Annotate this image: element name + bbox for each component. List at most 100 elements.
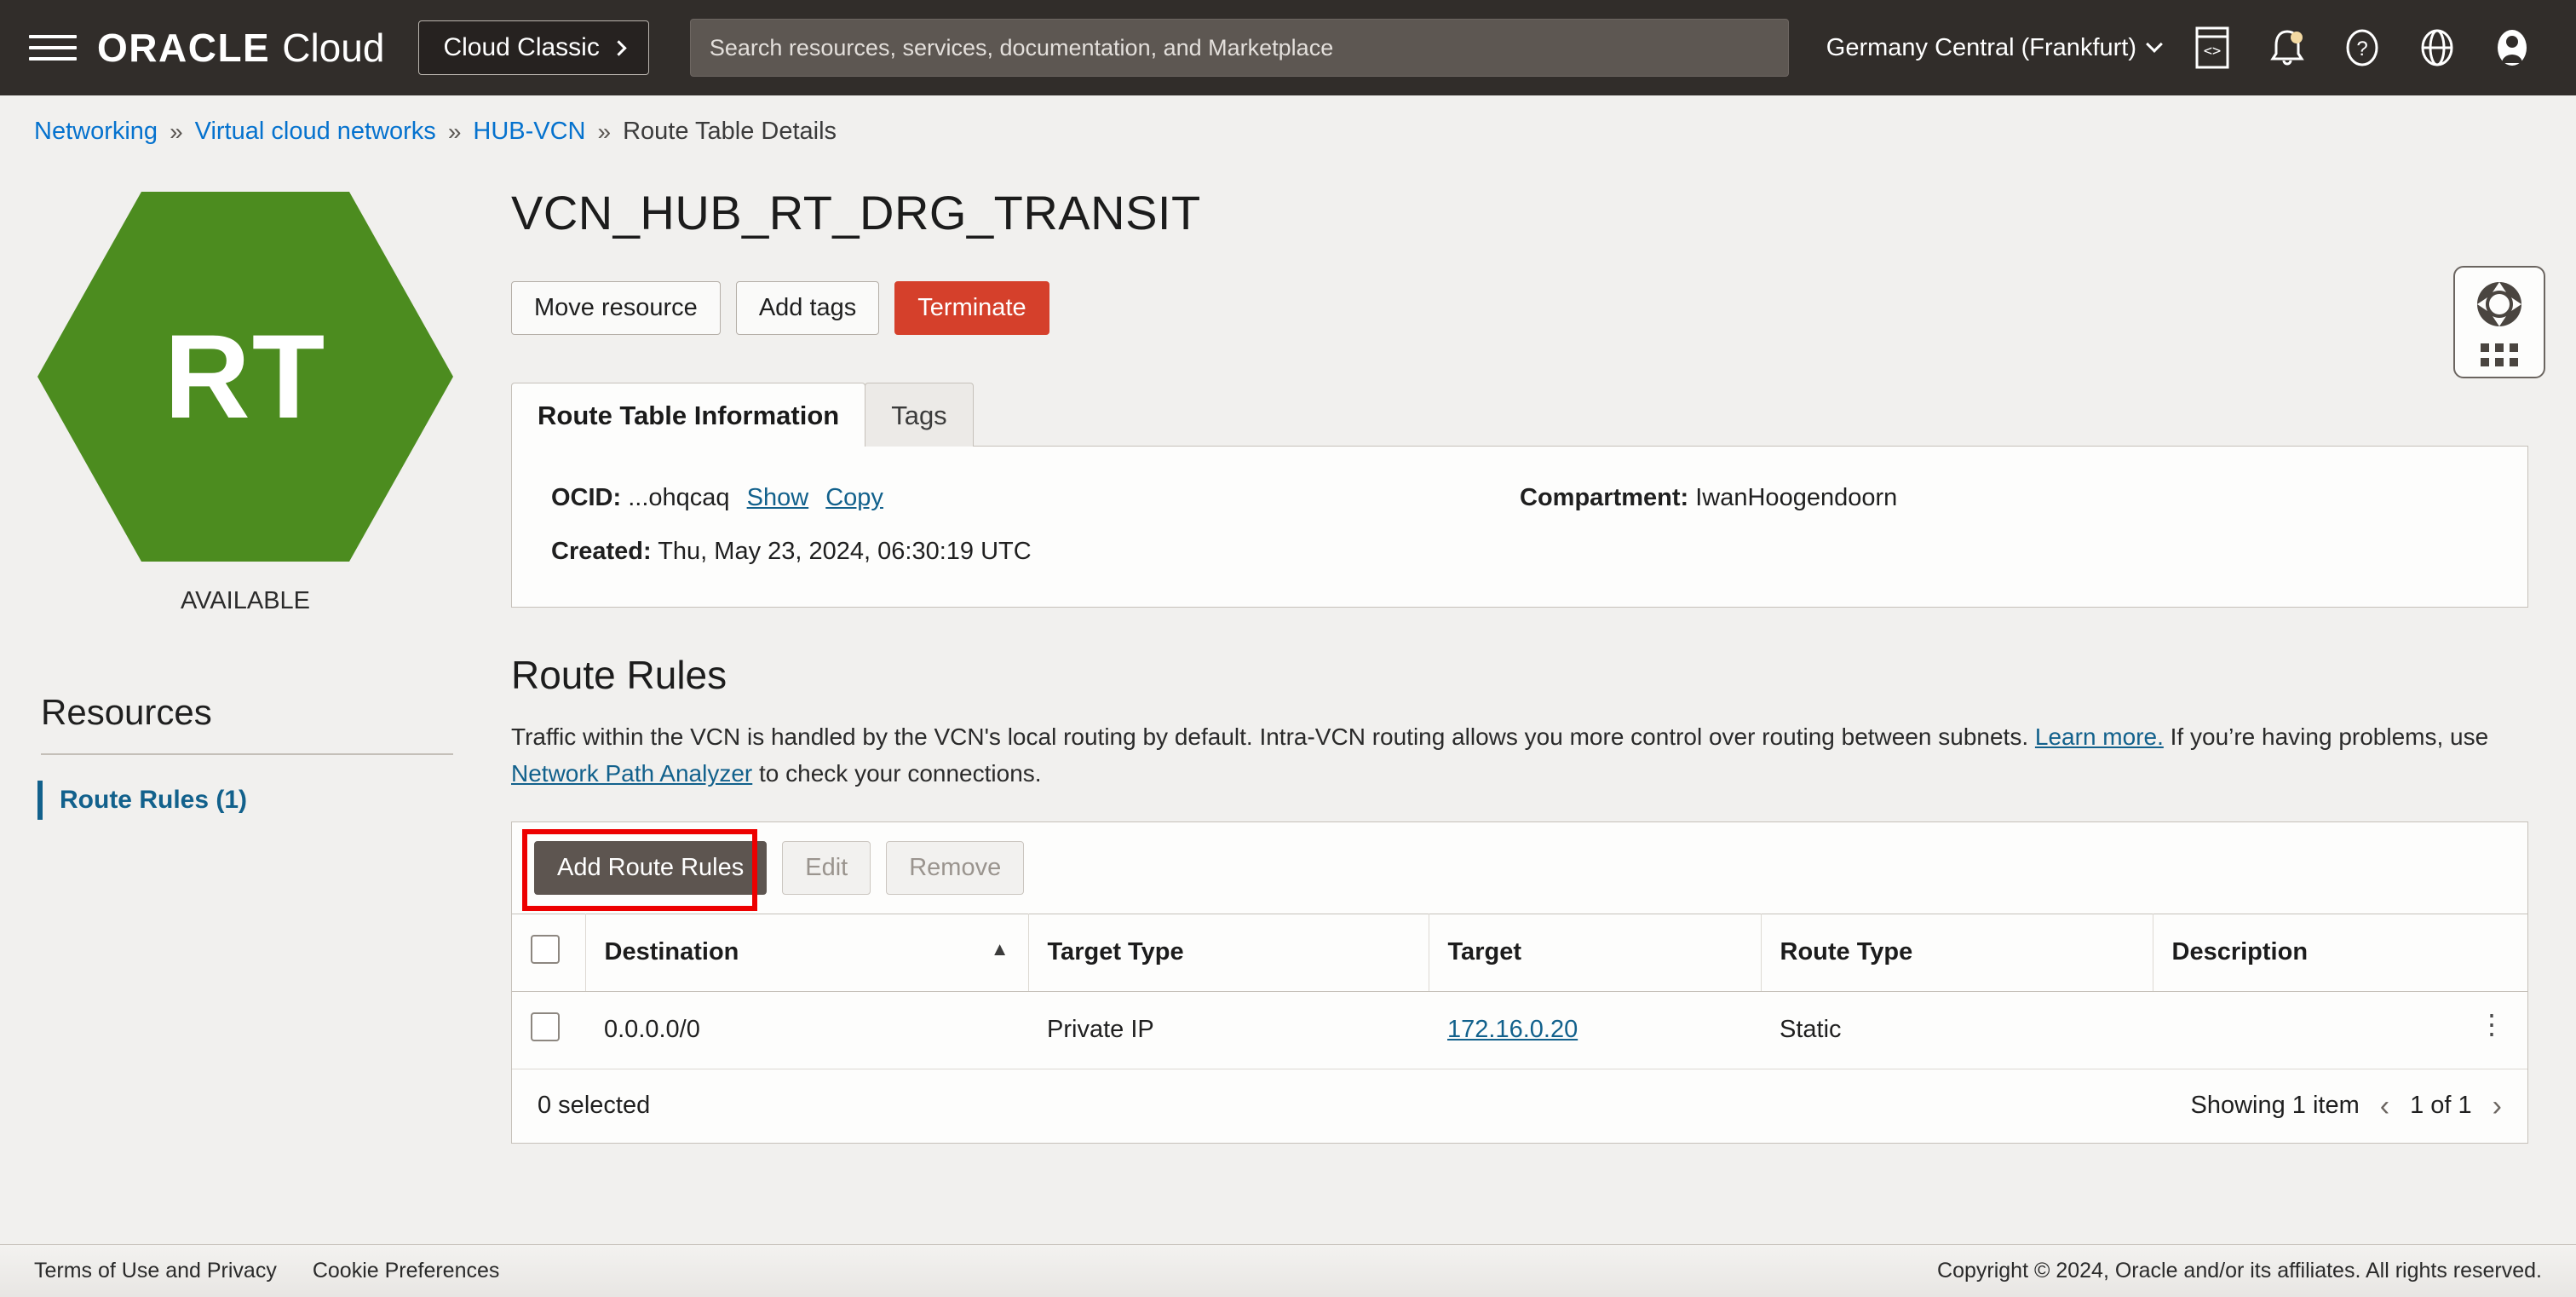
search-input[interactable]: [689, 19, 1789, 77]
notifications-bell-icon[interactable]: [2264, 25, 2310, 71]
page-footer: Terms of Use and Privacy Cookie Preferen…: [0, 1244, 2576, 1297]
sidebar-divider: [41, 753, 453, 755]
learn-more-link[interactable]: Learn more.: [2035, 723, 2164, 750]
remove-button[interactable]: Remove: [886, 840, 1025, 895]
ocid-label: OCID:: [551, 484, 622, 511]
user-avatar-icon[interactable]: [2489, 25, 2535, 71]
column-header-destination[interactable]: Destination ▲: [585, 913, 1029, 992]
move-resource-button[interactable]: Move resource: [511, 281, 721, 335]
column-header-target-type[interactable]: Target Type: [1028, 913, 1429, 992]
left-sidebar: RT AVAILABLE Resources Route Rules (1): [0, 168, 494, 1236]
description-part-3: to check your connections.: [752, 760, 1042, 787]
showing-count: Showing 1 item: [2190, 1092, 2360, 1120]
ocid-value: ...ohqcaq: [628, 484, 730, 511]
svg-text:<>: <>: [2204, 43, 2221, 60]
sort-ascending-icon: ▲: [990, 938, 1009, 960]
cell-route-type: Static: [1761, 991, 2153, 1069]
table-row[interactable]: 0.0.0.0/0 Private IP 172.16.0.20 Static …: [512, 991, 2527, 1069]
copyright-text: Copyright © 2024, Oracle and/or its affi…: [1937, 1259, 2542, 1283]
sidebar-heading: Resources: [41, 692, 212, 732]
created-label: Created:: [551, 538, 652, 565]
route-table-information-panel: OCID: ...ohqcaq Show Copy Created: Thu, …: [511, 446, 2528, 608]
description-part-1: Traffic within the VCN is handled by the…: [511, 723, 2035, 750]
edit-button[interactable]: Edit: [782, 840, 871, 895]
breadcrumb: Networking » Virtual cloud networks » HU…: [0, 95, 2576, 154]
breadcrumb-item-hub-vcn[interactable]: HUB-VCN: [473, 118, 585, 146]
previous-page-icon[interactable]: ‹: [2380, 1092, 2389, 1121]
compartment-label: Compartment:: [1520, 484, 1689, 511]
oracle-cloud-logo: ORACLE Cloud: [97, 25, 384, 71]
row-checkbox[interactable]: [531, 1012, 560, 1041]
selected-count: 0 selected: [538, 1092, 651, 1120]
compartment-value: IwanHoogendoorn: [1695, 484, 1898, 511]
top-navigation-bar: ORACLE Cloud Cloud Classic Germany Centr…: [0, 0, 2576, 95]
breadcrumb-item-virtual-cloud-networks[interactable]: Virtual cloud networks: [195, 118, 436, 146]
info-column-left: OCID: ...ohqcaq Show Copy Created: Thu, …: [551, 484, 1520, 566]
select-all-checkbox[interactable]: [531, 934, 560, 964]
description-part-2: If you’re having problems, use: [2163, 723, 2489, 750]
breadcrumb-separator: »: [597, 118, 612, 145]
add-tags-button[interactable]: Add tags: [735, 281, 880, 335]
row-select-cell: [512, 991, 585, 1069]
main-content: VCN_HUB_RT_DRG_TRANSIT Move resource Add…: [494, 168, 2576, 1236]
column-header-target[interactable]: Target: [1429, 913, 1762, 992]
route-rules-table-card: Add Route Rules Edit Remove Destination …: [511, 821, 2528, 1144]
route-rules-toolbar: Add Route Rules Edit Remove: [512, 822, 2527, 914]
cell-target: 172.16.0.20: [1429, 991, 1761, 1069]
tabs-filler: [972, 446, 2528, 447]
hamburger-menu-icon[interactable]: [29, 29, 77, 66]
compartment-row: Compartment: IwanHoogendoorn: [1520, 484, 2488, 512]
network-path-analyzer-link[interactable]: Network Path Analyzer: [511, 760, 752, 787]
breadcrumb-separator: »: [170, 118, 183, 145]
footer-links: Terms of Use and Privacy Cookie Preferen…: [34, 1259, 499, 1283]
terms-of-use-link[interactable]: Terms of Use and Privacy: [34, 1259, 277, 1283]
tab-tags[interactable]: Tags: [865, 383, 974, 447]
cloud-classic-button[interactable]: Cloud Classic: [418, 20, 649, 75]
detail-tabs: Route Table Information Tags: [511, 383, 2528, 447]
target-link[interactable]: 172.16.0.20: [1447, 1016, 1578, 1043]
region-label: Germany Central (Frankfurt): [1826, 33, 2136, 61]
support-widget[interactable]: [2453, 266, 2545, 378]
column-header-route-type[interactable]: Route Type: [1761, 913, 2153, 992]
lifebuoy-support-icon: [2473, 278, 2526, 335]
page-body: RT AVAILABLE Resources Route Rules (1) V…: [0, 154, 2576, 1236]
ocid-show-link[interactable]: Show: [747, 484, 809, 511]
row-actions-kebab-icon[interactable]: ⋮: [2478, 1011, 2505, 1038]
table-footer: 0 selected Showing 1 item ‹ 1 of 1 ›: [512, 1069, 2527, 1143]
ocid-row: OCID: ...ohqcaq Show Copy: [551, 484, 1520, 512]
breadcrumb-item-networking[interactable]: Networking: [34, 118, 158, 146]
created-row: Created: Thu, May 23, 2024, 06:30:19 UTC: [551, 538, 1520, 566]
route-rules-description: Traffic within the VCN is handled by the…: [511, 718, 2528, 793]
created-value: Thu, May 23, 2024, 06:30:19 UTC: [658, 538, 1032, 565]
cell-destination: 0.0.0.0/0: [585, 991, 1028, 1069]
resource-badge: RT: [37, 192, 453, 562]
column-header-description[interactable]: Description: [2153, 913, 2527, 992]
code-editor-icon[interactable]: <>: [2189, 25, 2235, 71]
terminate-button[interactable]: Terminate: [894, 281, 1049, 335]
help-question-icon[interactable]: ?: [2339, 25, 2385, 71]
pagination: Showing 1 item ‹ 1 of 1 ›: [2191, 1092, 2503, 1121]
breadcrumb-item-current: Route Table Details: [623, 118, 837, 145]
ocid-copy-link[interactable]: Copy: [825, 484, 883, 511]
language-globe-icon[interactable]: [2414, 25, 2460, 71]
hexagon-badge-shape: RT: [37, 192, 453, 562]
tab-route-table-information[interactable]: Route Table Information: [511, 383, 866, 447]
cookie-preferences-link[interactable]: Cookie Preferences: [313, 1259, 500, 1283]
cloud-classic-label: Cloud Classic: [443, 33, 600, 61]
top-bar-actions: Germany Central (Frankfurt) <> ?: [1826, 25, 2547, 71]
sidebar-item-label: Route Rules (1): [60, 786, 248, 814]
brand-cloud-text: Cloud: [282, 26, 385, 70]
hexagon-badge-initials: RT: [164, 309, 327, 443]
cell-target-type: Private IP: [1028, 991, 1429, 1069]
brand-oracle-text: ORACLE: [97, 26, 271, 70]
global-search: [689, 19, 1789, 77]
route-rules-heading: Route Rules: [511, 653, 727, 697]
active-indicator-bar: [37, 781, 43, 820]
region-selector[interactable]: Germany Central (Frankfurt): [1826, 33, 2163, 62]
add-route-rules-button[interactable]: Add Route Rules: [534, 840, 768, 895]
select-all-header: [512, 913, 586, 992]
table-body: 0.0.0.0/0 Private IP 172.16.0.20 Static …: [512, 991, 2527, 1069]
next-page-icon[interactable]: ›: [2493, 1092, 2502, 1121]
page-title: VCN_HUB_RT_DRG_TRANSIT: [511, 186, 1201, 239]
sidebar-item-route-rules[interactable]: Route Rules (1): [37, 781, 453, 820]
